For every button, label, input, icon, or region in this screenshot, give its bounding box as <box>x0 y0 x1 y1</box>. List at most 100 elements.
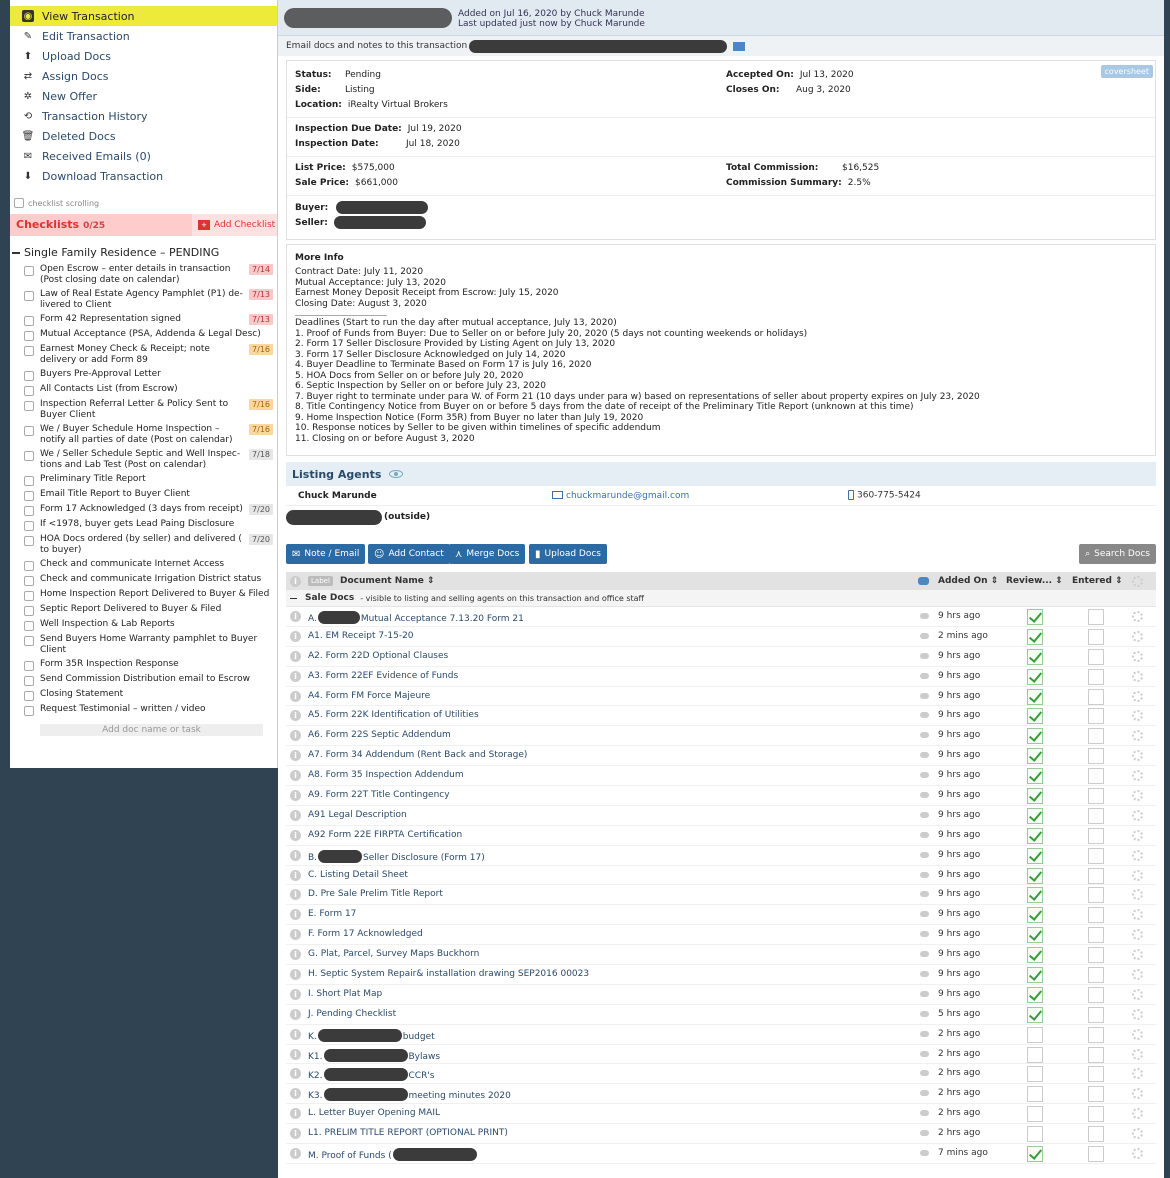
nav-item-download[interactable]: ⬇ Download Transaction <box>10 166 277 186</box>
gear-icon[interactable] <box>1132 611 1143 622</box>
document-link[interactable]: L1. PRELIM TITLE REPORT (OPTIONAL PRINT) <box>308 1128 508 1138</box>
reviewed-checkbox[interactable] <box>1027 907 1043 924</box>
merge-docs-button[interactable]: ⋏ Merge Docs <box>449 544 526 564</box>
checklist-task[interactable]: Earnest Money Check & Receipt; note deli… <box>10 343 277 368</box>
document-link[interactable]: F. Form 17 Acknowledged <box>308 929 423 939</box>
gear-icon[interactable] <box>1132 710 1143 722</box>
info-icon[interactable]: i <box>290 1048 301 1060</box>
entered-checkbox[interactable] <box>1088 867 1104 884</box>
entered-checkbox[interactable] <box>1088 708 1104 725</box>
task-checkbox[interactable] <box>24 636 34 646</box>
document-link[interactable]: B. Seller Disclosure (Form 17) <box>308 849 485 863</box>
reviewed-checkbox[interactable] <box>1027 927 1043 944</box>
document-link[interactable]: A8. Form 35 Inspection Addendum <box>308 770 464 780</box>
document-link[interactable]: A92 Form 22E FIRPTA Certification <box>308 830 462 840</box>
info-icon[interactable]: i <box>290 710 301 722</box>
nav-item-gear[interactable]: ✲ New Offer <box>10 86 277 106</box>
comment-icon[interactable] <box>920 851 929 858</box>
info-icon[interactable]: i <box>290 770 301 782</box>
document-link[interactable]: C. Listing Detail Sheet <box>308 870 408 880</box>
entered-checkbox[interactable] <box>1088 688 1104 705</box>
comment-icon[interactable] <box>920 772 929 779</box>
task-checkbox[interactable] <box>24 506 34 516</box>
task-checkbox[interactable] <box>24 606 34 616</box>
info-icon[interactable]: i <box>290 650 301 662</box>
note-email-button[interactable]: ✉ Note / Email <box>286 544 366 564</box>
gear-icon[interactable] <box>1132 1108 1143 1120</box>
checklist-task[interactable]: Mutual Acceptance (PSA, Addenda & Legal … <box>10 328 277 343</box>
gear-icon[interactable] <box>1132 929 1143 941</box>
document-link[interactable]: K1. Bylaws <box>308 1048 440 1062</box>
entered-checkbox[interactable] <box>1088 1066 1104 1083</box>
entered-checkbox[interactable] <box>1088 967 1104 984</box>
reviewed-checkbox[interactable] <box>1027 1126 1043 1143</box>
gear-icon[interactable] <box>1132 770 1143 782</box>
checklist-task[interactable]: Inspection Referral Letter & Policy Sent… <box>10 398 277 423</box>
entered-checkbox[interactable] <box>1088 1106 1104 1123</box>
sale-docs-section[interactable]: Sale Docs - visible to listing and sellin… <box>286 590 1156 607</box>
upload-docs-button[interactable]: ▮ Upload Docs <box>529 544 607 564</box>
gear-icon[interactable] <box>1132 1048 1143 1060</box>
entered-checkbox[interactable] <box>1088 1146 1104 1163</box>
document-link[interactable]: A3. Form 22EF Evidence of Funds <box>308 671 458 681</box>
info-icon[interactable]: i <box>290 1068 301 1080</box>
info-icon[interactable]: i <box>290 829 301 841</box>
entered-checkbox[interactable] <box>1088 648 1104 665</box>
comment-icon[interactable] <box>920 1130 929 1137</box>
task-checkbox[interactable] <box>24 676 34 686</box>
info-icon[interactable]: i <box>290 969 301 981</box>
document-link[interactable]: H. Septic System Repair& installation dr… <box>308 969 589 979</box>
checklist-task[interactable]: Send Commission Distribution email to Es… <box>10 673 277 688</box>
gear-icon[interactable] <box>1132 1028 1143 1040</box>
gear-icon[interactable] <box>1132 750 1143 762</box>
comment-icon[interactable] <box>920 1150 929 1157</box>
task-checkbox[interactable] <box>24 291 34 301</box>
gear-icon[interactable] <box>1132 909 1143 921</box>
info-icon[interactable]: i <box>290 1028 301 1040</box>
gear-icon[interactable] <box>1132 1128 1143 1140</box>
checklist-task[interactable]: Buyers Pre-Approval Letter <box>10 368 277 383</box>
entered-checkbox[interactable] <box>1088 807 1104 824</box>
checklist-task[interactable]: All Contacts List (from Escrow) <box>10 383 277 398</box>
comment-icon[interactable] <box>920 1110 929 1117</box>
info-icon[interactable]: i <box>290 849 301 861</box>
info-icon[interactable]: i <box>290 611 301 622</box>
gear-icon[interactable] <box>1132 849 1143 861</box>
reviewed-checkbox[interactable] <box>1027 688 1043 705</box>
add-checklist-button[interactable]: + Add Checklist <box>198 220 275 230</box>
comment-icon[interactable] <box>920 632 929 639</box>
reviewed-checkbox[interactable] <box>1027 887 1043 904</box>
comment-icon[interactable] <box>920 871 929 878</box>
entered-checkbox[interactable] <box>1088 788 1104 805</box>
entered-checkbox[interactable] <box>1088 847 1104 864</box>
sort-document-name[interactable]: Document Name ⇕ <box>340 572 435 590</box>
search-docs-button[interactable]: ⌕ Search Docs <box>1079 544 1156 564</box>
checklist-task[interactable]: Septic Report Delivered to Buyer & Filed <box>10 603 277 618</box>
entered-checkbox[interactable] <box>1088 907 1104 924</box>
info-icon[interactable]: i <box>290 730 301 742</box>
nav-item-assign[interactable]: ⇄ Assign Docs <box>10 66 277 86</box>
info-icon[interactable]: i <box>290 869 301 881</box>
document-link[interactable]: J. Pending Checklist <box>308 1009 396 1019</box>
gear-icon[interactable] <box>1132 969 1143 981</box>
entered-checkbox[interactable] <box>1088 1086 1104 1103</box>
checklist-task[interactable]: Form 17 Acknowledged (3 days from receip… <box>10 503 277 518</box>
checklist-task[interactable]: Home Inspection Report Delivered to Buye… <box>10 588 277 603</box>
task-checkbox[interactable] <box>24 426 34 436</box>
checklist-scrolling-checkbox[interactable] <box>14 198 24 208</box>
info-icon[interactable]: i <box>290 988 301 1000</box>
entered-checkbox[interactable] <box>1088 927 1104 944</box>
entered-checkbox[interactable] <box>1088 1026 1104 1043</box>
reviewed-checkbox[interactable] <box>1027 648 1043 665</box>
gear-icon[interactable] <box>1132 829 1143 841</box>
info-icon[interactable]: i <box>290 1008 301 1020</box>
document-link[interactable]: D. Pre Sale Prelim Title Report <box>308 889 443 899</box>
checklist-task[interactable]: Form 35R Inspection Response <box>10 658 277 673</box>
gear-icon[interactable] <box>1132 1088 1143 1100</box>
comment-icon[interactable] <box>920 931 929 938</box>
comment-icon[interactable] <box>920 1050 929 1057</box>
task-checkbox[interactable] <box>24 451 34 461</box>
reviewed-checkbox[interactable] <box>1027 986 1043 1003</box>
entered-checkbox[interactable] <box>1088 668 1104 685</box>
checklist-task[interactable]: Well Inspection & Lab Reports <box>10 618 277 633</box>
